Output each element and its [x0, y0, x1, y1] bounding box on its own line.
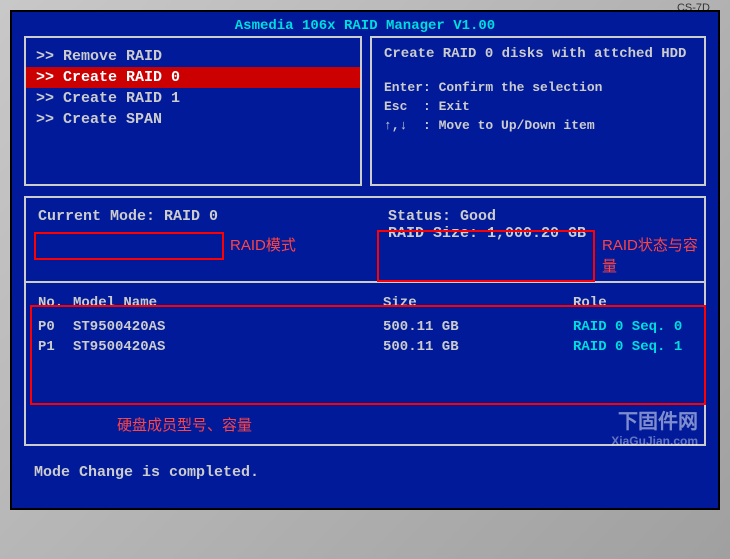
- footer-message: Mode Change is completed.: [12, 446, 718, 481]
- current-mode-label: Current Mode:: [38, 208, 155, 225]
- cell-size: 500.11 GB: [383, 319, 573, 335]
- cell-no: P1: [38, 339, 73, 355]
- menu-item-create-span[interactable]: >> Create SPAN: [26, 109, 360, 130]
- help-esc: Esc : Exit: [384, 99, 692, 114]
- hdr-model: Model Name: [73, 295, 383, 311]
- menu-item-remove-raid[interactable]: >> Remove RAID: [26, 46, 360, 67]
- page-title: Asmedia 106x RAID Manager V1.00: [12, 12, 718, 36]
- cell-role: RAID 0 Seq. 1: [573, 339, 692, 355]
- menu-item-create-raid-0[interactable]: >> Create RAID 0: [26, 67, 360, 88]
- status-label: Status:: [388, 208, 451, 225]
- cell-no: P0: [38, 319, 73, 335]
- current-mode-row: Current Mode: RAID 0 Status: Good RAID S…: [38, 208, 692, 225]
- hdr-size: Size: [383, 295, 573, 311]
- info-panel: Current Mode: RAID 0 Status: Good RAID S…: [24, 196, 706, 446]
- disk-table-header: No. Model Name Size Role: [38, 295, 692, 311]
- watermark: 下固件网 XiaGuJian.com: [611, 405, 698, 448]
- help-enter: Enter: Confirm the selection: [384, 80, 692, 95]
- bios-screen: Asmedia 106x RAID Manager V1.00 >> Remov…: [10, 10, 720, 510]
- table-row: P1 ST9500420AS 500.11 GB RAID 0 Seq. 1: [38, 339, 692, 355]
- cell-size: 500.11 GB: [383, 339, 573, 355]
- cell-role: RAID 0 Seq. 0: [573, 319, 692, 335]
- main-menu: >> Remove RAID >> Create RAID 0 >> Creat…: [24, 36, 362, 186]
- help-panel: Create RAID 0 disks with attched HDD Ent…: [370, 36, 706, 186]
- raid-size-value: 1,000.20 GB: [487, 225, 586, 242]
- cell-model: ST9500420AS: [73, 339, 383, 355]
- top-row: >> Remove RAID >> Create RAID 0 >> Creat…: [12, 36, 718, 186]
- watermark-main: 下固件网: [611, 405, 698, 434]
- divider: [26, 281, 704, 283]
- raid-size-label: RAID Size:: [388, 225, 478, 242]
- monitor-bezel: CS-7D Asmedia 106x RAID Manager V1.00 >>…: [0, 0, 730, 559]
- table-row: P0 ST9500420AS 500.11 GB RAID 0 Seq. 0: [38, 319, 692, 335]
- current-mode-value: RAID 0: [164, 208, 218, 225]
- hdr-role: Role: [573, 295, 692, 311]
- help-title: Create RAID 0 disks with attched HDD: [384, 46, 692, 62]
- help-arrows: ↑,↓ : Move to Up/Down item: [384, 118, 692, 133]
- status-value: Good: [460, 208, 496, 225]
- hdr-no: No.: [38, 295, 73, 311]
- status-section: Status: Good RAID Size: 1,000.20 GB: [388, 208, 586, 242]
- disk-table: No. Model Name Size Role P0 ST9500420AS …: [38, 295, 692, 355]
- watermark-sub: XiaGuJian.com: [611, 434, 698, 448]
- cell-model: ST9500420AS: [73, 319, 383, 335]
- menu-item-create-raid-1[interactable]: >> Create RAID 1: [26, 88, 360, 109]
